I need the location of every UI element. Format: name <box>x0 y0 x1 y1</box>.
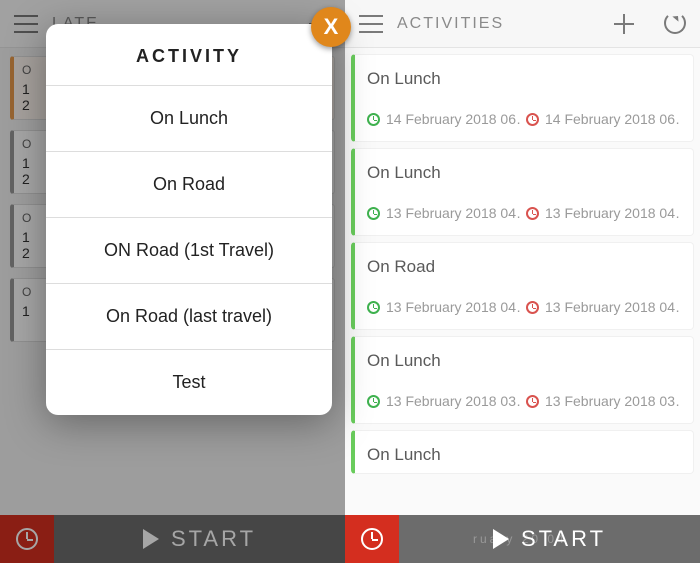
activity-card[interactable]: On Lunch <box>351 430 694 474</box>
card-dates: 13 February 2018 04… 13 February 2018 04… <box>367 205 679 221</box>
modal-title: ACTIVITY <box>46 24 332 85</box>
card-title: On Road <box>367 257 679 277</box>
card-title: On Lunch <box>367 69 679 89</box>
modal-item-test[interactable]: Test <box>46 349 332 415</box>
end-date: 13 February 2018 04… <box>545 205 679 221</box>
app-container: LATE O12 O12 O12 O1 lule Wednesday, 20 M… <box>0 0 700 563</box>
clock-icon <box>16 528 38 550</box>
clock-button[interactable] <box>0 515 54 563</box>
activities-list: On Lunch 14 February 2018 06… 14 Februar… <box>345 48 700 515</box>
activity-card[interactable]: On Lunch 13 February 2018 03… 13 Februar… <box>351 336 694 424</box>
end-date: 13 February 2018 03… <box>545 393 679 409</box>
right-header-actions <box>612 12 686 36</box>
right-header-title: ACTIVITIES <box>397 15 504 33</box>
right-header: ACTIVITIES <box>345 0 700 48</box>
activity-card[interactable]: On Lunch 14 February 2018 06… 14 Februar… <box>351 54 694 142</box>
card-title: On Lunch <box>367 351 679 371</box>
card-dates: 13 February 2018 03… 13 February 2018 03… <box>367 393 679 409</box>
start-button[interactable]: ruary 20 04 START <box>399 515 700 563</box>
play-icon <box>143 529 159 549</box>
right-phone: ACTIVITIES On Lunch 14 February 2018 06…… <box>345 0 700 563</box>
clock-end-icon <box>526 113 539 126</box>
clock-end-icon <box>526 395 539 408</box>
modal-item-on-lunch[interactable]: On Lunch <box>46 85 332 151</box>
end-date: 13 February 2018 04… <box>545 299 679 315</box>
end-date: 14 February 2018 06… <box>545 111 679 127</box>
start-button[interactable]: START <box>54 515 345 563</box>
close-modal-button[interactable]: X <box>311 7 351 47</box>
refresh-icon[interactable] <box>664 12 686 34</box>
menu-icon[interactable] <box>359 15 383 33</box>
card-title: On Lunch <box>367 445 679 465</box>
clock-end-icon <box>526 301 539 314</box>
start-label: START <box>171 526 256 552</box>
modal-item-on-road-1st[interactable]: ON Road (1st Travel) <box>46 217 332 283</box>
activity-card[interactable]: On Lunch 13 February 2018 04… 13 Februar… <box>351 148 694 236</box>
menu-icon[interactable] <box>14 15 38 33</box>
start-date: 14 February 2018 06… <box>386 111 520 127</box>
start-date: 13 February 2018 04… <box>386 299 520 315</box>
left-footer: START <box>0 515 345 563</box>
modal-item-on-road[interactable]: On Road <box>46 151 332 217</box>
clock-end-icon <box>526 207 539 220</box>
activity-modal: ACTIVITY On Lunch On Road ON Road (1st T… <box>46 24 332 415</box>
clock-start-icon <box>367 395 380 408</box>
card-dates: 14 February 2018 06… 14 February 2018 06… <box>367 111 679 127</box>
plus-icon[interactable] <box>612 12 636 36</box>
left-phone: LATE O12 O12 O12 O1 lule Wednesday, 20 M… <box>0 0 345 563</box>
activity-card[interactable]: On Road 13 February 2018 04… 13 February… <box>351 242 694 330</box>
clock-start-icon <box>367 113 380 126</box>
clock-start-icon <box>367 207 380 220</box>
clock-start-icon <box>367 301 380 314</box>
modal-item-on-road-last[interactable]: On Road (last travel) <box>46 283 332 349</box>
card-dates: 13 February 2018 04… 13 February 2018 04… <box>367 299 679 315</box>
right-footer: ruary 20 04 START <box>345 515 700 563</box>
clock-icon <box>361 528 383 550</box>
card-title: On Lunch <box>367 163 679 183</box>
footer-ghost-text: ruary 20 04 <box>473 532 567 546</box>
start-date: 13 February 2018 04… <box>386 205 520 221</box>
start-date: 13 February 2018 03… <box>386 393 520 409</box>
clock-button[interactable] <box>345 515 399 563</box>
close-icon: X <box>324 14 339 40</box>
